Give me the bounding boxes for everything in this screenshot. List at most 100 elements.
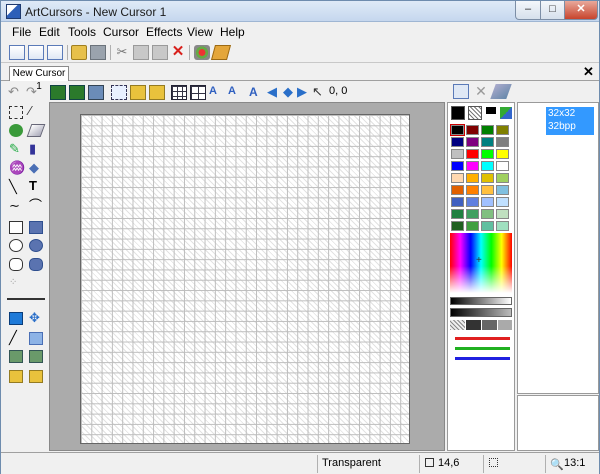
rounded-rect-icon[interactable] [9, 258, 23, 271]
red-channel-slider[interactable] [455, 337, 510, 340]
color-swatch[interactable] [466, 161, 479, 171]
undo-icon[interactable]: ↶ [8, 85, 24, 100]
alpha-ramp[interactable] [450, 308, 512, 317]
color-swatch[interactable] [481, 173, 494, 183]
color-swatch[interactable] [451, 149, 464, 159]
open-folder-icon[interactable] [71, 45, 87, 60]
color-swatch[interactable] [496, 197, 509, 207]
test-cursor-icon[interactable] [194, 45, 210, 60]
color-swatch[interactable] [466, 197, 479, 207]
fill-mode-icon[interactable] [9, 312, 23, 325]
color-replace-icon[interactable]: ◆ [29, 161, 43, 175]
new-animated-icon[interactable] [47, 45, 63, 60]
delete-icon[interactable]: ✕ [170, 44, 186, 60]
color-swatch[interactable] [466, 149, 479, 159]
text-tool-icon[interactable]: T [29, 179, 43, 193]
pixel-editor-grid[interactable] [80, 114, 410, 444]
minimize-button[interactable]: – [515, 1, 541, 20]
overlay-alt-icon[interactable] [29, 350, 43, 363]
color-swatch[interactable] [496, 161, 509, 171]
inverse-swatch[interactable] [482, 320, 497, 330]
eraser-palette-icon[interactable] [490, 84, 512, 99]
arc-tool-icon[interactable]: ⌒ [29, 199, 43, 213]
cut-icon[interactable]: ✂ [114, 45, 130, 60]
blue-channel-slider[interactable] [455, 357, 510, 360]
menu-effects[interactable]: Effects [146, 25, 182, 39]
menu-tools[interactable]: Tools [68, 25, 96, 39]
copy-icon[interactable] [133, 45, 149, 60]
resize-icon[interactable]: ✥ [29, 311, 43, 325]
menu-edit[interactable]: Edit [39, 25, 60, 39]
screen-swatch[interactable] [466, 320, 481, 330]
filled-rectangle-icon[interactable] [29, 221, 43, 234]
color-swatch[interactable] [496, 185, 509, 195]
eyedropper-icon[interactable]: ⁄ [29, 104, 43, 118]
menu-file[interactable]: File [12, 25, 31, 39]
curve-tool-icon[interactable]: ∼ [9, 199, 23, 213]
gray-swatch[interactable] [498, 320, 512, 330]
hotspot-a-icon[interactable]: A [209, 85, 225, 100]
menu-view[interactable]: View [187, 25, 213, 39]
spray-pattern-icon[interactable]: ⁘ [9, 277, 23, 290]
new-cursor-icon[interactable] [28, 45, 44, 60]
color-swatch[interactable] [451, 197, 464, 207]
text-tool-icon[interactable]: A [249, 85, 265, 100]
color-swatch[interactable] [450, 124, 465, 136]
fill-bucket-icon[interactable] [9, 124, 23, 137]
redo-icon[interactable]: ↷ [26, 85, 42, 100]
rect-select-icon[interactable] [9, 106, 23, 119]
shift-left-icon[interactable]: ◀ [267, 85, 283, 100]
green-channel-slider[interactable] [455, 347, 510, 350]
flip-horizontal-icon[interactable] [50, 85, 66, 100]
color-swatch[interactable] [451, 161, 464, 171]
line-tool-icon[interactable]: ╲ [9, 180, 23, 194]
color-swatch[interactable] [466, 137, 479, 147]
color-swatch[interactable] [481, 185, 494, 195]
outline-mode-icon[interactable] [29, 332, 43, 345]
color-swatch[interactable] [481, 125, 494, 135]
palette-page-icon[interactable] [453, 84, 469, 99]
save-disk-icon[interactable] [90, 45, 106, 60]
color-swatch[interactable] [496, 173, 509, 183]
color-swatch[interactable] [451, 185, 464, 195]
brush-icon[interactable]: ▮ [29, 142, 43, 156]
pencil-icon[interactable]: ✎ [9, 142, 23, 156]
close-button[interactable]: ✕ [564, 1, 598, 20]
menu-help[interactable]: Help [220, 25, 245, 39]
hotspot-b-icon[interactable]: A [228, 85, 244, 100]
overlay-icon[interactable] [9, 350, 23, 363]
filled-rounded-rect-icon[interactable] [29, 258, 43, 271]
rotate-icon[interactable] [88, 85, 104, 100]
new-file-icon[interactable] [9, 45, 25, 60]
color-swatch[interactable] [481, 161, 494, 171]
pixel-grid-icon[interactable] [190, 85, 206, 100]
grid-toggle-icon[interactable] [171, 85, 187, 100]
palette-clear-icon[interactable]: ✕ [473, 84, 489, 99]
color-swatch[interactable] [496, 221, 509, 231]
maximize-button[interactable]: □ [540, 1, 565, 20]
swap-colors-icon[interactable] [500, 107, 512, 119]
transparent-swatch[interactable] [450, 320, 465, 330]
color-swatch[interactable] [496, 125, 509, 135]
color-swatch[interactable] [481, 209, 494, 219]
screen-color-icon[interactable] [486, 107, 496, 114]
color-swatch[interactable] [481, 221, 494, 231]
color-swatch[interactable] [466, 125, 479, 135]
color-swatch[interactable] [496, 149, 509, 159]
rectangle-icon[interactable] [9, 221, 23, 234]
menu-cursor[interactable]: Cursor [103, 25, 139, 39]
hotspot-cursor-icon[interactable]: ↖ [312, 85, 328, 100]
ellipse-icon[interactable] [9, 239, 23, 252]
line-width-selector[interactable] [7, 298, 45, 300]
color-swatch[interactable] [451, 221, 464, 231]
select-region-icon[interactable] [111, 85, 127, 100]
color-swatch[interactable] [451, 209, 464, 219]
color-swatch[interactable] [451, 137, 464, 147]
color-swatch[interactable] [481, 137, 494, 147]
lock-a-icon[interactable] [130, 85, 146, 100]
antialias-line-icon[interactable]: ╱ [9, 331, 23, 345]
color-swatch[interactable] [496, 209, 509, 219]
color-swatch[interactable] [466, 209, 479, 219]
lock-alpha-icon[interactable] [29, 370, 43, 383]
color-swatch[interactable] [496, 137, 509, 147]
